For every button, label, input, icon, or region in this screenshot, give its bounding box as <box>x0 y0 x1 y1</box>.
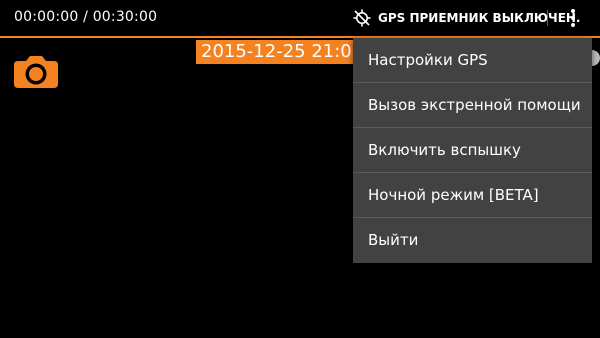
menu-item-flash[interactable]: Включить вспышку <box>353 128 592 173</box>
menu-item-gps-settings[interactable]: Настройки GPS <box>353 38 592 83</box>
menu-item-night-mode[interactable]: Ночной режим [BETA] <box>353 173 592 218</box>
camera-screen: 00:00:00 / 00:30:00 GPS ПРИЕМНИК ВЫКЛЮЧЕ… <box>0 0 600 338</box>
date-stamp: 2015-12-25 21:03:12 <box>196 40 366 64</box>
topbar-divider <box>547 10 548 26</box>
recording-timer: 00:00:00 / 00:30:00 <box>14 9 158 25</box>
camera-icon[interactable] <box>13 53 59 89</box>
gps-status-text: GPS ПРИЕМНИК ВЫКЛЮЧЕН. <box>378 11 581 25</box>
more-vert-icon[interactable] <box>560 6 586 30</box>
menu-item-emergency-call[interactable]: Вызов экстренной помощи <box>353 83 592 128</box>
gps-off-icon <box>352 8 372 28</box>
menu-item-exit[interactable]: Выйти <box>353 218 592 263</box>
top-bar: 00:00:00 / 00:30:00 GPS ПРИЕМНИК ВЫКЛЮЧЕ… <box>0 0 600 38</box>
overflow-menu: Настройки GPS Вызов экстренной помощи Вк… <box>353 38 592 263</box>
